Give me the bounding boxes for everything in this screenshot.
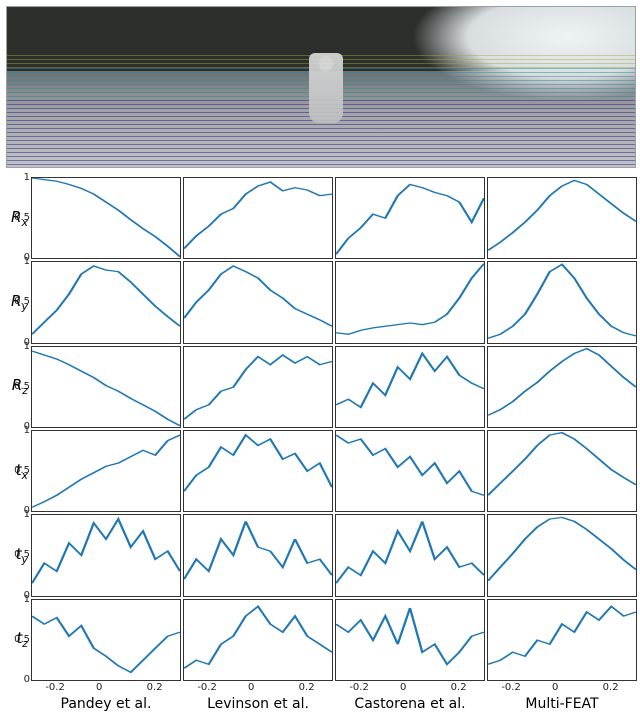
x-tick-labels-col0: -0.200.2 — [30, 682, 182, 696]
series-line — [184, 266, 332, 326]
column-label-method: Multi-FEAT — [486, 696, 638, 714]
plot-R_y-castorenaetal — [335, 261, 485, 343]
series-line — [488, 180, 636, 250]
cost-curve-grid: Rx00.51Ry00.51Rz00.51tx00.51ty00.51tz00.… — [2, 176, 638, 714]
motorcyclist-silhouette — [309, 53, 343, 123]
plot-R_y-pandeyetal: 00.51 — [31, 261, 181, 343]
y-tick-labels: 00.51 — [8, 515, 30, 595]
series-line — [336, 608, 484, 664]
plot-R_x-multifeat — [487, 177, 637, 259]
plot-t_z-castorenaetal — [335, 599, 485, 681]
series-line — [32, 351, 180, 426]
plot-t_y-levinsonetal — [183, 514, 333, 596]
plot-t_x-multifeat — [487, 430, 637, 512]
series-line — [336, 522, 484, 584]
y-tick-labels: 00.51 — [8, 178, 30, 258]
series-line — [336, 435, 484, 495]
series-line — [184, 355, 332, 419]
figure-root: Rx00.51Ry00.51Rz00.51tx00.51ty00.51tz00.… — [0, 0, 640, 720]
series-line — [488, 518, 636, 581]
plot-R_x-castorenaetal — [335, 177, 485, 259]
x-tick-labels-col2: -0.200.2 — [334, 682, 486, 696]
series-line — [488, 265, 636, 339]
series-line — [184, 522, 332, 580]
plot-t_x-levinsonetal — [183, 430, 333, 512]
series-line — [184, 182, 332, 249]
plot-t_y-castorenaetal — [335, 514, 485, 596]
plot-t_z-multifeat — [487, 599, 637, 681]
series-line — [488, 433, 636, 496]
series-line — [32, 266, 180, 334]
plot-R_z-multifeat — [487, 346, 637, 428]
series-line — [32, 435, 180, 507]
series-line — [32, 178, 180, 257]
series-line — [336, 353, 484, 407]
series-line — [32, 616, 180, 672]
plot-R_z-levinsonetal — [183, 346, 333, 428]
plot-R_y-multifeat — [487, 261, 637, 343]
series-line — [336, 184, 484, 254]
column-label-method: Levinson et al. — [182, 696, 334, 714]
plot-t_z-pandeyetal: 00.51 — [31, 599, 181, 681]
column-label-method: Pandey et al. — [30, 696, 182, 714]
y-tick-labels: 00.51 — [8, 347, 30, 427]
plot-t_z-levinsonetal — [183, 599, 333, 681]
plot-R_y-levinsonetal — [183, 261, 333, 343]
series-line — [184, 435, 332, 491]
series-line — [488, 348, 636, 415]
y-tick-labels: 00.51 — [8, 262, 30, 342]
x-tick-labels-col3: -0.200.2 — [486, 682, 638, 696]
plot-t_x-castorenaetal — [335, 430, 485, 512]
x-tick-labels-col1: -0.200.2 — [182, 682, 334, 696]
plot-t_y-multifeat — [487, 514, 637, 596]
lidar-projection-image — [6, 6, 636, 168]
y-tick-labels: 00.51 — [8, 600, 30, 680]
series-line — [184, 606, 332, 668]
plot-R_z-castorenaetal — [335, 346, 485, 428]
plot-t_x-pandeyetal: 00.51 — [31, 430, 181, 512]
plot-R_z-pandeyetal: 00.51 — [31, 346, 181, 428]
plot-t_y-pandeyetal: 00.51 — [31, 514, 181, 596]
plot-R_x-levinsonetal — [183, 177, 333, 259]
y-tick-labels: 00.51 — [8, 431, 30, 511]
series-line — [336, 264, 484, 335]
column-label-method: Castorena et al. — [334, 696, 486, 714]
plot-R_x-pandeyetal: 00.51 — [31, 177, 181, 259]
series-line — [32, 519, 180, 583]
series-line — [488, 606, 636, 664]
